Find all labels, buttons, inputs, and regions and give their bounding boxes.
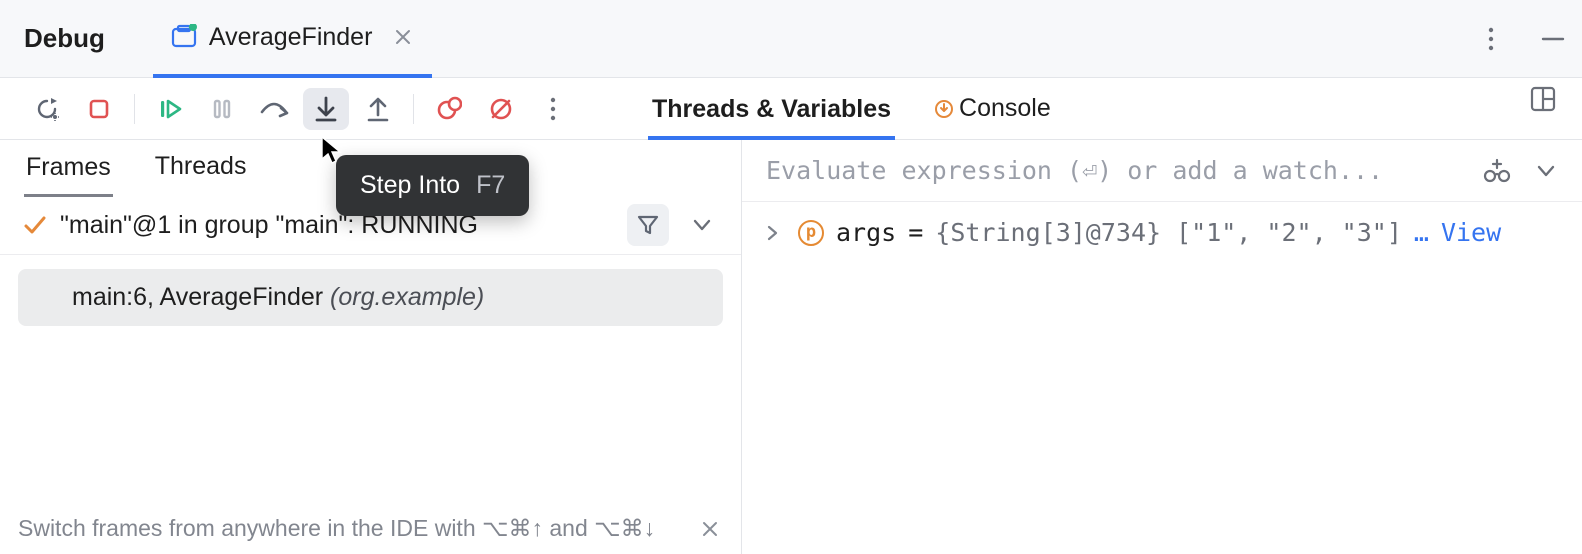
tab-threads[interactable]: Threads [153,142,249,196]
check-icon [22,212,48,238]
step-over-button[interactable] [251,88,297,130]
variables-tabs: Threads & Variables Console [648,78,1055,139]
tip-bar: Switch frames from anywhere in the IDE w… [0,503,741,554]
variable-row[interactable]: p args = {String[3]@734} ["1", "2", "3"]… [742,202,1582,263]
step-out-button[interactable] [355,88,401,130]
tab-label: Threads [155,152,247,180]
equals: = [908,218,923,247]
add-watch-icon[interactable] [1478,153,1514,189]
close-icon[interactable] [697,516,723,542]
tab-label: Console [959,94,1051,123]
toolbar-separator [413,94,414,124]
evaluate-expression-input[interactable]: Evaluate expression (⏎) or add a watch..… [742,140,1582,202]
tooltip-shortcut: F7 [476,171,505,200]
minimize-icon[interactable] [1536,22,1570,56]
step-into-tooltip: Step Into F7 [336,155,529,216]
chevron-down-icon[interactable] [1528,153,1564,189]
rerun-button[interactable] [24,88,70,130]
frame-location: main:6, AverageFinder [72,283,330,311]
ellipsis: … [1414,218,1429,247]
variable-name: args [836,218,896,247]
step-into-button[interactable] [303,88,349,130]
run-config-label: AverageFinder [209,23,373,52]
resume-button[interactable] [147,88,193,130]
tab-label: Threads & Variables [652,95,891,124]
toolbar-more-icon[interactable] [530,88,576,130]
pause-button[interactable] [199,88,245,130]
stop-button[interactable] [76,88,122,130]
tab-threads-variables[interactable]: Threads & Variables [648,81,895,140]
stack-frame[interactable]: main:6, AverageFinder (org.example) [18,269,723,326]
view-breakpoints-button[interactable] [426,88,472,130]
toolbar-separator [134,94,135,124]
close-icon[interactable] [392,26,414,48]
more-icon[interactable] [1474,22,1508,56]
variable-value: {String[3]@734} ["1", "2", "3"] [935,218,1402,247]
tab-frames[interactable]: Frames [24,143,113,197]
tab-label: Frames [26,153,111,181]
console-badge-icon [935,100,953,118]
variables-pane: Evaluate expression (⏎) or add a watch..… [742,140,1582,554]
mute-breakpoints-button[interactable] [478,88,524,130]
view-link[interactable]: View [1441,218,1501,247]
tooltip-label: Step Into [360,171,460,200]
tip-text: Switch frames from anywhere in the IDE w… [18,515,655,542]
parameter-icon: p [798,220,824,246]
chevron-right-icon[interactable] [764,225,786,241]
filter-icon[interactable] [627,204,669,246]
run-config-icon [171,24,197,50]
chevron-down-icon[interactable] [681,204,723,246]
debug-header: Debug AverageFinder [0,0,1582,78]
debug-toolbar [0,78,588,139]
tab-console[interactable]: Console [931,80,1055,139]
evaluate-placeholder: Evaluate expression (⏎) or add a watch..… [766,156,1383,185]
layout-settings-icon[interactable] [1522,78,1564,120]
debug-title: Debug [24,23,105,54]
toolbar-row: Threads & Variables Console [0,78,1582,140]
frame-package: (org.example) [330,283,484,311]
run-config-tab[interactable]: AverageFinder [153,1,433,78]
